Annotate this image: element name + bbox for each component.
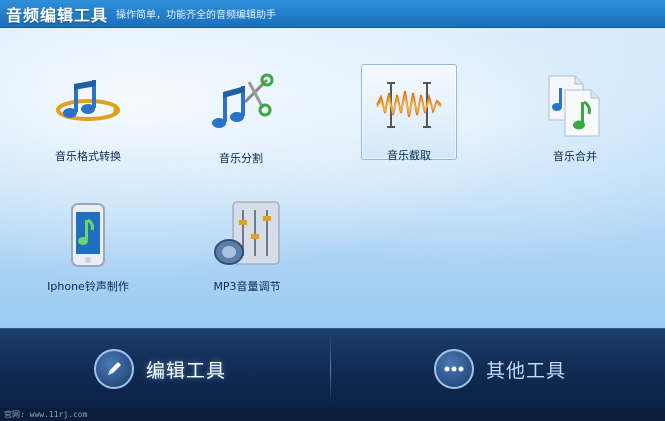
- tool-label: 音乐分割: [219, 152, 263, 165]
- tool-music-format-convert[interactable]: 音乐格式转换: [40, 66, 136, 163]
- other-tools-tab[interactable]: 其他工具: [434, 347, 566, 391]
- volume-mixer-icon: [211, 200, 283, 272]
- tool-music-merge[interactable]: 音乐合并: [527, 66, 623, 163]
- phone-ringtone-icon: [52, 200, 124, 272]
- music-merge-icon: [539, 70, 611, 142]
- tool-music-clip[interactable]: 音乐截取: [361, 64, 457, 162]
- music-scissors-icon: [205, 72, 277, 144]
- app-subtitle: 操作简单，功能齐全的音频编辑助手: [116, 10, 277, 21]
- divider: [330, 335, 331, 403]
- music-convert-icon: [52, 70, 124, 142]
- tool-label: Iphone铃声制作: [47, 280, 129, 293]
- more-dots-icon: [434, 349, 474, 389]
- title-bar: 音频编辑工具 操作简单，功能齐全的音频编辑助手: [0, 0, 665, 28]
- tool-label: 音乐合并: [553, 150, 597, 163]
- tool-mp3-volume[interactable]: MP3音量调节: [199, 196, 295, 293]
- tool-music-split[interactable]: 音乐分割: [193, 68, 289, 165]
- status-bar: 官网: www.11rj.com: [0, 408, 665, 421]
- waveform-clip-icon: [373, 69, 445, 141]
- edit-tools-label: 编辑工具: [146, 359, 227, 382]
- tool-iphone-ringtone[interactable]: Iphone铃声制作: [40, 196, 136, 293]
- pencil-icon: [94, 349, 134, 389]
- tool-grid: 音乐格式转换 音乐分割 音乐截取 音乐合并 Iphone铃声制作 MP3音量调节: [0, 28, 665, 328]
- website-link[interactable]: 官网: www.11rj.com: [4, 410, 87, 419]
- tool-label: 音乐截取: [387, 149, 431, 162]
- other-tools-label: 其他工具: [486, 359, 567, 382]
- bottom-nav: 编辑工具 其他工具: [0, 328, 665, 408]
- tool-label: MP3音量调节: [213, 280, 281, 293]
- app-title: 音频编辑工具: [6, 5, 109, 25]
- edit-tools-tab[interactable]: 编辑工具: [94, 347, 226, 391]
- tool-label: 音乐格式转换: [55, 150, 121, 163]
